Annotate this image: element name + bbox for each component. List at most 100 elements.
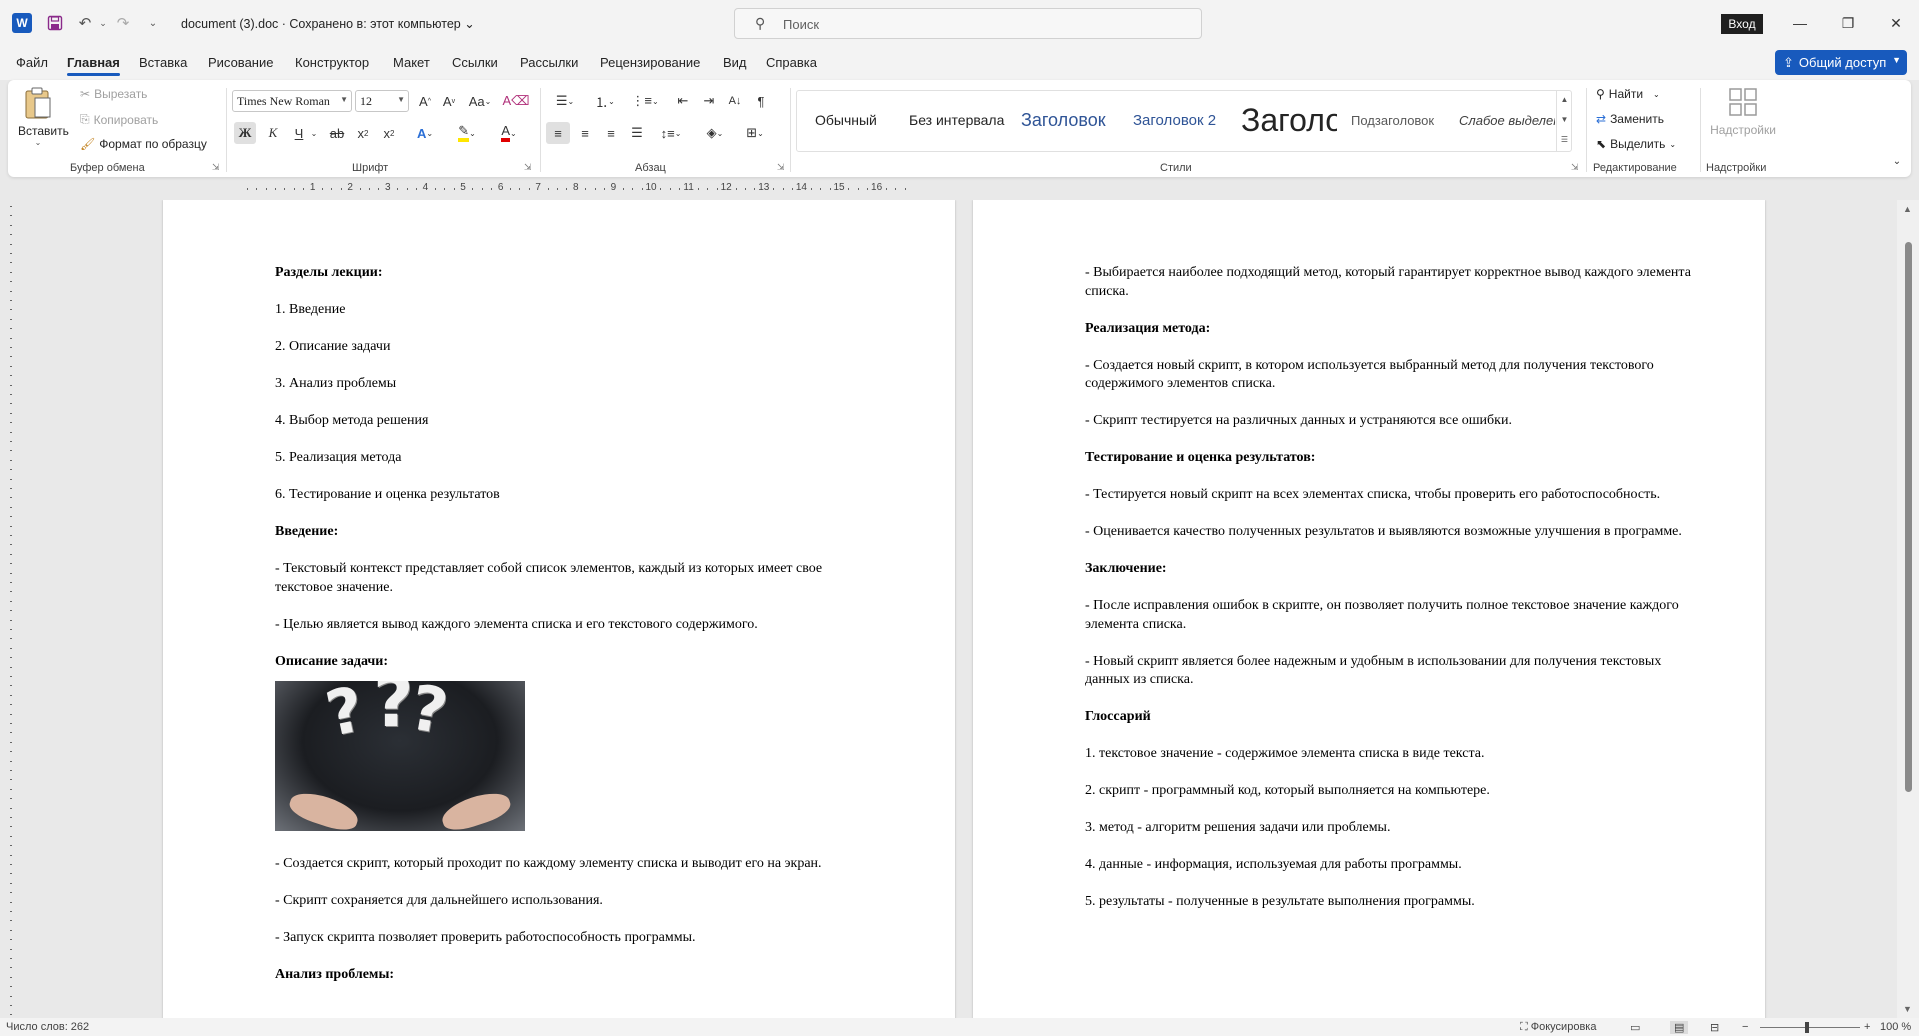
vertical-scrollbar[interactable]: ▲ ▼ xyxy=(1897,200,1919,1018)
share-dropdown-icon[interactable]: ▼ xyxy=(1892,55,1901,65)
zoom-level[interactable]: 100 % xyxy=(1880,1021,1911,1033)
section-heading[interactable]: Анализ проблемы: xyxy=(275,966,875,985)
tab-design[interactable]: Конструктор xyxy=(295,55,369,70)
scroll-up-icon[interactable]: ▲ xyxy=(1903,204,1912,214)
tab-help[interactable]: Справка xyxy=(766,55,817,70)
subscript-icon[interactable]: x2 xyxy=(352,122,374,144)
line-spacing-icon[interactable]: ↕≡ ⌄ xyxy=(654,122,688,144)
paragraph[interactable]: - Тестируется новый скрипт на всех элеме… xyxy=(1085,486,1709,505)
glossary-item[interactable]: 2. скрипт - программный код, который вып… xyxy=(1085,782,1709,801)
format-painter-button[interactable]: 🖌 Формат по образцу xyxy=(80,137,207,151)
align-right-icon[interactable]: ≡ xyxy=(600,122,622,144)
zoom-slider-thumb[interactable] xyxy=(1805,1022,1809,1033)
zoom-slider-track[interactable] xyxy=(1760,1027,1860,1028)
tab-mailings[interactable]: Рассылки xyxy=(520,55,578,70)
paragraph[interactable]: - Скрипт тестируется на различных данных… xyxy=(1085,412,1709,431)
scrollbar-thumb[interactable] xyxy=(1905,242,1912,792)
scroll-down-icon[interactable]: ▼ xyxy=(1903,1004,1912,1014)
section-heading[interactable]: Реализация метода: xyxy=(1085,320,1709,339)
section-heading[interactable]: Заключение: xyxy=(1085,560,1709,579)
copy-button[interactable]: ⎘ Копировать xyxy=(80,112,158,127)
strikethrough-icon[interactable]: ab xyxy=(326,122,348,144)
share-button[interactable]: ⇪ Общий доступ ▼ xyxy=(1775,50,1907,75)
tab-references[interactable]: Ссылки xyxy=(452,55,498,70)
font-size-combo[interactable]: 12 ▼ xyxy=(355,90,409,112)
paragraph[interactable]: - Новый скрипт является более надежным и… xyxy=(1085,653,1709,690)
save-icon[interactable] xyxy=(44,12,66,34)
italic-icon[interactable]: К xyxy=(262,122,284,144)
section-heading[interactable]: Введение: xyxy=(275,523,875,542)
glossary-item[interactable]: 4. данные - информация, используемая для… xyxy=(1085,856,1709,875)
highlight-color-icon[interactable]: ✎ ⌄ xyxy=(450,122,484,144)
increase-indent-icon[interactable]: ⇥ xyxy=(698,90,720,112)
styles-scroll-up-icon[interactable]: ▲ xyxy=(1557,90,1572,110)
question-marks-image[interactable]: ? ? ? xyxy=(275,681,525,831)
align-center-icon[interactable]: ≡ xyxy=(574,122,596,144)
font-color-icon[interactable]: A ⌄ xyxy=(492,122,526,144)
tab-view[interactable]: Вид xyxy=(723,55,747,70)
undo-dropdown-icon[interactable]: ⌄ xyxy=(92,12,114,34)
web-layout-icon[interactable]: ⊟ xyxy=(1710,1021,1719,1034)
paste-button[interactable]: Вставить ⌄ xyxy=(18,86,69,156)
minimize-icon[interactable]: — xyxy=(1777,9,1823,37)
paragraph[interactable]: - Запуск скрипта позволяет проверить раб… xyxy=(275,929,875,948)
multilevel-list-icon[interactable]: ⋮≡ ⌄ xyxy=(628,90,662,112)
paragraph[interactable]: - Создается скрипт, который проходит по … xyxy=(275,855,875,874)
clear-formatting-icon[interactable]: A⌫ xyxy=(502,90,529,112)
section-heading[interactable]: Описание задачи: xyxy=(275,653,875,672)
style-heading-2[interactable]: Заголовок 2 xyxy=(1133,91,1229,149)
styles-scroll-down-icon[interactable]: ▼ xyxy=(1557,110,1572,130)
tab-home[interactable]: Главная xyxy=(67,55,120,76)
paragraph[interactable]: - Целью является вывод каждого элемента … xyxy=(275,616,875,635)
sort-icon[interactable]: A↓ xyxy=(724,90,746,112)
shading-icon[interactable]: ◈ ⌄ xyxy=(698,122,732,144)
print-layout-icon[interactable]: ▤ xyxy=(1670,1021,1689,1034)
addins-button[interactable]: Надстройки xyxy=(1706,86,1780,156)
search-input[interactable]: ⚲ Поиск xyxy=(734,8,1202,39)
glossary-item[interactable]: 1. текстовое значение - содержимое элеме… xyxy=(1085,745,1709,764)
styles-more-icon[interactable]: ☰ xyxy=(1557,130,1572,150)
find-button[interactable]: ⚲ Найти ⌄ xyxy=(1596,87,1660,101)
zoom-in-icon[interactable]: + xyxy=(1864,1021,1870,1033)
customize-toolbar-icon[interactable]: ⌄ xyxy=(142,12,164,34)
align-left-icon[interactable]: ≡ xyxy=(546,122,570,144)
redo-icon[interactable]: ↷ xyxy=(112,12,134,34)
paragraph[interactable]: - Выбирается наиболее подходящий метод, … xyxy=(1085,264,1709,301)
cut-button[interactable]: ✂ Вырезать xyxy=(80,87,147,101)
font-launcher-icon[interactable]: ⇲ xyxy=(524,162,532,173)
shrink-font-icon[interactable]: Av xyxy=(438,90,460,112)
vertical-ruler[interactable] xyxy=(4,200,18,1020)
show-formatting-icon[interactable]: ¶ xyxy=(750,90,772,112)
list-item[interactable]: 5. Реализация метода xyxy=(275,449,875,468)
word-count[interactable]: Число слов: 262 xyxy=(6,1021,89,1033)
superscript-icon[interactable]: x2 xyxy=(378,122,400,144)
justify-icon[interactable]: ☰ xyxy=(626,122,648,144)
decrease-indent-icon[interactable]: ⇤ xyxy=(672,90,694,112)
list-item[interactable]: 4. Выбор метода решения xyxy=(275,412,875,431)
underline-icon[interactable]: Ч xyxy=(288,122,310,144)
text-effects-icon[interactable]: A ⌄ xyxy=(410,122,440,144)
tab-insert[interactable]: Вставка xyxy=(139,55,187,70)
tab-review[interactable]: Рецензирование xyxy=(600,55,700,70)
tab-layout[interactable]: Макет xyxy=(393,55,430,70)
zoom-out-icon[interactable]: − xyxy=(1742,1021,1748,1033)
list-item[interactable]: 6. Тестирование и оценка результатов xyxy=(275,486,875,505)
borders-icon[interactable]: ⊞ ⌄ xyxy=(738,122,772,144)
style-no-spacing[interactable]: Без интервала xyxy=(909,91,1007,149)
restore-icon[interactable]: ❐ xyxy=(1825,9,1871,37)
list-item[interactable]: 3. Анализ проблемы xyxy=(275,375,875,394)
bold-icon[interactable]: Ж xyxy=(234,122,256,144)
style-normal[interactable]: Обычный xyxy=(815,91,899,149)
sign-in-button[interactable]: Вход xyxy=(1721,14,1763,34)
collapse-ribbon-icon[interactable]: ⌄ xyxy=(1890,154,1904,168)
bullets-icon[interactable]: ☰ ⌄ xyxy=(548,90,582,112)
clipboard-launcher-icon[interactable]: ⇲ xyxy=(212,162,220,173)
horizontal-ruler[interactable]: 1 2 3 4 5 6 7 8 9 10 11 12 13 14 15 16 xyxy=(160,182,950,196)
section-heading[interactable]: Тестирование и оценка результатов: xyxy=(1085,449,1709,468)
focus-mode-button[interactable]: ⛶ Фокусировка xyxy=(1520,1021,1596,1034)
paste-dropdown-icon[interactable]: ⌄ xyxy=(18,138,58,147)
tab-file[interactable]: Файл xyxy=(16,55,48,70)
paragraph[interactable]: - После исправления ошибок в скрипте, он… xyxy=(1085,597,1709,634)
paragraph-launcher-icon[interactable]: ⇲ xyxy=(777,162,785,173)
replace-button[interactable]: ⇄ Заменить xyxy=(1596,112,1664,126)
